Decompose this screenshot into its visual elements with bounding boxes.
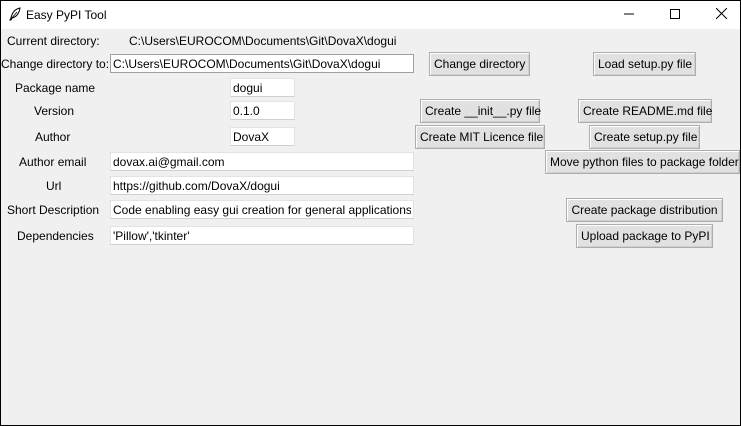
author-input[interactable] bbox=[230, 127, 295, 146]
create-setup-button[interactable]: Create setup.py file bbox=[589, 125, 700, 149]
current-directory-value: C:\Users\EUROCOM\Documents\Git\DovaX\dog… bbox=[129, 34, 397, 48]
maximize-icon bbox=[670, 8, 680, 22]
url-input[interactable] bbox=[110, 176, 414, 195]
window-title: Easy PyPI Tool bbox=[26, 8, 107, 22]
create-init-button[interactable]: Create __init__.py file bbox=[420, 99, 541, 123]
minimize-button[interactable] bbox=[606, 1, 652, 29]
author-label: Author bbox=[35, 130, 71, 144]
dependencies-input[interactable] bbox=[110, 226, 414, 245]
version-label: Version bbox=[34, 104, 75, 118]
create-licence-button[interactable]: Create MIT Licence file bbox=[415, 125, 545, 149]
title-bar[interactable]: Easy PyPI Tool bbox=[1, 1, 740, 29]
current-directory-label: Current directory: bbox=[7, 34, 100, 48]
short-description-label: Short Description bbox=[7, 203, 100, 217]
change-directory-label: Change directory to: bbox=[1, 57, 110, 71]
load-setup-button[interactable]: Load setup.py file bbox=[593, 52, 696, 76]
close-icon bbox=[715, 7, 727, 22]
app-window: Easy PyPI Tool Current directory: C:\Use… bbox=[0, 0, 741, 426]
short-description-input[interactable] bbox=[110, 200, 414, 219]
upload-package-button[interactable]: Upload package to PyPI bbox=[576, 224, 713, 248]
move-files-button[interactable]: Move python files to package folder bbox=[545, 150, 740, 174]
change-directory-button[interactable]: Change directory bbox=[429, 52, 530, 76]
close-button[interactable] bbox=[698, 1, 740, 29]
main-panel: Current directory: C:\Users\EUROCOM\Docu… bbox=[1, 29, 740, 425]
create-readme-button[interactable]: Create README.md file bbox=[578, 99, 712, 123]
dependencies-label: Dependencies bbox=[17, 229, 94, 243]
author-email-input[interactable] bbox=[110, 152, 414, 171]
minimize-icon bbox=[624, 8, 634, 22]
maximize-button[interactable] bbox=[652, 1, 698, 29]
change-directory-input[interactable] bbox=[110, 54, 414, 73]
feather-icon bbox=[7, 6, 23, 22]
package-name-label: Package name bbox=[15, 81, 96, 95]
url-label: Url bbox=[46, 179, 62, 193]
version-input[interactable] bbox=[230, 101, 295, 120]
package-name-input[interactable] bbox=[230, 78, 295, 97]
author-email-label: Author email bbox=[19, 155, 87, 169]
create-distribution-button[interactable]: Create package distribution bbox=[566, 198, 723, 222]
